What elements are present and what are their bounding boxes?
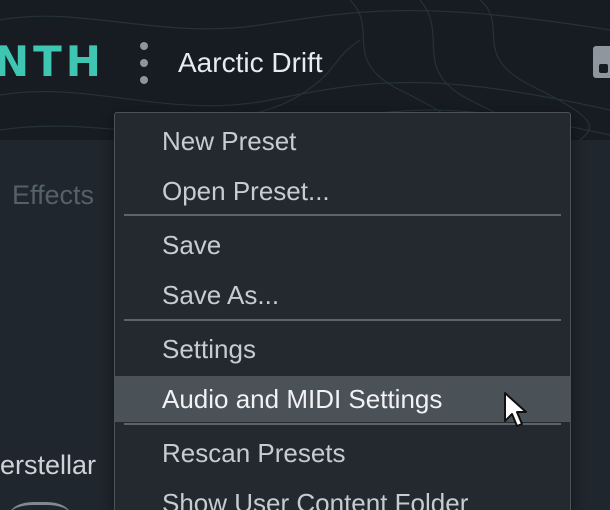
menu-item-open-preset[interactable]: Open Preset...	[115, 168, 570, 214]
menu-separator	[124, 214, 561, 216]
menu-item-save-as[interactable]: Save As...	[115, 272, 570, 318]
mouse-pointer-icon	[504, 392, 527, 427]
menu-item-save[interactable]: Save	[115, 222, 570, 268]
menu-item-settings[interactable]: Settings	[115, 326, 570, 372]
kebab-vertical-icon[interactable]	[134, 42, 154, 84]
save-icon[interactable]	[593, 46, 610, 78]
menu-item-show-user-content-folder[interactable]: Show User Content Folder	[115, 480, 570, 510]
preset-context-menu: New Preset Open Preset... Save Save As..…	[114, 112, 571, 510]
app-logo: NTH	[0, 37, 105, 86]
menu-separator	[124, 423, 561, 425]
menu-separator	[124, 319, 561, 321]
menu-item-rescan-presets[interactable]: Rescan Presets	[115, 430, 570, 476]
preset-name[interactable]: Aarctic Drift	[178, 47, 323, 79]
preset-list-item[interactable]: erstellar	[0, 450, 96, 480]
menu-item-audio-midi-settings[interactable]: Audio and MIDI Settings	[115, 376, 570, 422]
menu-item-new-preset[interactable]: New Preset	[115, 118, 570, 164]
tab-effects[interactable]: Effects	[12, 180, 94, 210]
